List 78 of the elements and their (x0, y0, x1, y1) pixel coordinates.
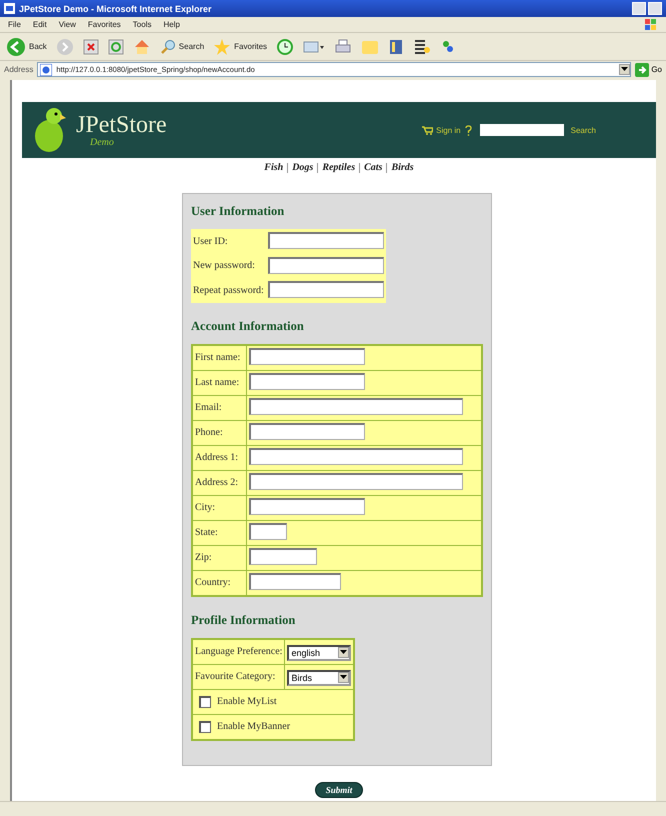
category-link[interactable]: Fish (264, 162, 284, 173)
input-field[interactable] (248, 373, 365, 390)
field-label: User ID: (191, 229, 266, 254)
input-field[interactable] (248, 348, 365, 366)
category-link[interactable]: Reptiles (322, 162, 356, 173)
menu-item[interactable]: Help (163, 20, 180, 29)
field-label: Address 1: (192, 445, 246, 470)
window-title: JPetStore Demo - Microsoft Internet Explorer (19, 4, 213, 14)
refresh-icon[interactable] (108, 38, 124, 54)
field-label: New password: (191, 254, 266, 278)
search-field[interactable] (480, 124, 564, 136)
dropdown[interactable]: Birds (287, 670, 352, 686)
browser-icon (4, 3, 15, 14)
field-label: City: (192, 495, 246, 520)
field-label: Address 2: (192, 470, 246, 495)
home-icon[interactable] (132, 38, 151, 56)
search-button[interactable]: Search (160, 38, 204, 54)
field-label: Repeat password: (191, 278, 266, 302)
dropdown[interactable]: english (287, 644, 352, 660)
checkbox-label: Enable MyBanner (217, 721, 290, 732)
category-link[interactable]: Cats (364, 162, 382, 173)
page-icon (40, 64, 52, 76)
menu-item[interactable]: File (8, 20, 21, 29)
stop-icon[interactable] (82, 38, 99, 54)
field-label: First name: (192, 344, 246, 370)
go-button[interactable]: Go (635, 62, 662, 76)
printer-icon[interactable] (334, 38, 352, 56)
menu-item[interactable]: Edit (32, 20, 47, 29)
menu-item[interactable]: Tools (132, 20, 152, 29)
logo-text[interactable]: JPetStore (76, 112, 167, 138)
menu-item[interactable]: Favorites (88, 20, 121, 29)
input-field[interactable] (248, 473, 463, 490)
section-heading: Account Information (191, 318, 304, 334)
document-icon[interactable] (413, 38, 432, 56)
checkbox[interactable] (199, 720, 211, 732)
field-label: State: (192, 520, 246, 545)
field-label: Phone: (192, 420, 246, 445)
input-field[interactable] (248, 573, 341, 590)
input-field[interactable] (268, 281, 384, 298)
checkbox[interactable] (199, 696, 211, 708)
dropdown-caret-icon (338, 647, 350, 658)
input-field[interactable] (268, 232, 384, 249)
input-field[interactable] (268, 256, 384, 274)
field-label: Language Preference: (192, 638, 285, 664)
input-field[interactable] (248, 398, 463, 416)
parrot-logo-icon (32, 106, 68, 154)
field-label: Zip: (192, 545, 246, 570)
help-icon[interactable] (464, 124, 473, 136)
input-field[interactable] (248, 548, 317, 566)
field-label: Last name: (192, 370, 246, 395)
star-icon (213, 38, 232, 56)
field-label: Email: (192, 395, 246, 420)
section-heading: Profile Information (191, 612, 296, 628)
dropdown-caret-icon (338, 672, 350, 683)
sign-in-link[interactable]: Sign in (436, 126, 461, 134)
history-icon[interactable] (276, 38, 294, 56)
input-field[interactable] (248, 498, 365, 516)
field-label: Favourite Category: (192, 664, 285, 689)
windows-logo-icon (644, 18, 658, 32)
dropdown-caret-icon[interactable] (619, 64, 630, 75)
cart-icon[interactable] (422, 126, 434, 134)
menu-item[interactable]: View (58, 20, 76, 29)
search-link[interactable]: Search (570, 126, 596, 134)
input-field[interactable] (248, 423, 365, 440)
book-icon[interactable] (388, 38, 404, 56)
back-button[interactable]: Back (6, 36, 47, 56)
section-heading: User Information (191, 204, 284, 219)
submit-button[interactable]: Submit (314, 782, 364, 798)
arrow-icon (635, 62, 650, 76)
address-label: Address (4, 65, 34, 74)
magnifier-icon (160, 38, 176, 54)
logo-tagline: Demo (90, 138, 115, 148)
category-link[interactable]: Dogs (292, 162, 314, 173)
category-link[interactable]: Birds (391, 162, 414, 173)
input-field[interactable] (248, 448, 463, 466)
input-field[interactable] (248, 523, 287, 540)
favorites-button[interactable]: Favorites (213, 38, 268, 56)
checkbox-label: Enable MyList (217, 696, 277, 707)
